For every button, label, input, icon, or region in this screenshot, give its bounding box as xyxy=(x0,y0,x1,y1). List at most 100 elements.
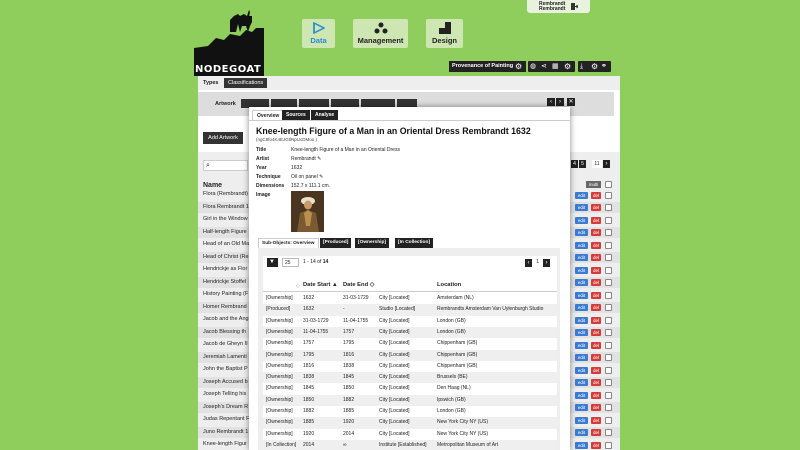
globe-icon[interactable]: ◍ xyxy=(530,61,536,72)
row-checkbox[interactable] xyxy=(605,391,612,399)
field-value-artist[interactable]: Rembrandt ✎ xyxy=(291,156,321,162)
sort-icon[interactable]: ◇ xyxy=(296,283,300,289)
row-checkbox[interactable] xyxy=(605,191,612,199)
delete-button[interactable]: del xyxy=(591,416,601,424)
delete-button[interactable]: del xyxy=(591,204,601,211)
edit-button[interactable]: edit xyxy=(575,229,588,236)
edit-button[interactable]: edit xyxy=(575,354,588,361)
table-row[interactable]: [Ownership] 11-04-1755 1757 City [Located] L… xyxy=(263,326,557,339)
row-checkbox[interactable] xyxy=(605,354,612,361)
row-checkbox[interactable] xyxy=(605,291,612,299)
row-checkbox[interactable] xyxy=(605,366,612,374)
row-checkbox[interactable] xyxy=(605,266,612,274)
table-prev-button[interactable]: ‹ xyxy=(525,259,532,267)
edit-button[interactable]: edit xyxy=(575,316,588,324)
filter-button[interactable]: ▼ xyxy=(267,258,278,267)
row-checkbox[interactable] xyxy=(605,241,612,249)
row-checkbox[interactable] xyxy=(605,304,612,311)
edit-button[interactable]: edit xyxy=(575,341,588,349)
edit-button[interactable]: edit xyxy=(575,366,588,374)
calendar-icon[interactable]: ▦ xyxy=(552,61,559,72)
row-checkbox[interactable] xyxy=(605,316,612,324)
edit-button[interactable]: edit xyxy=(575,204,588,211)
delete-button[interactable]: del xyxy=(591,191,601,199)
delete-button[interactable]: del xyxy=(591,329,601,336)
nav-data-button[interactable]: Data xyxy=(302,19,335,48)
modal-next-button[interactable]: › xyxy=(556,98,564,106)
col-date-start[interactable]: Date Start ▲ xyxy=(303,282,338,288)
modal-close-button[interactable]: ✕ xyxy=(567,98,575,106)
row-checkbox[interactable] xyxy=(605,329,612,336)
edit-button[interactable]: edit xyxy=(575,216,588,224)
subtab-overview[interactable]: Sub-Objects: Overview xyxy=(258,238,319,248)
table-row[interactable]: [Ownership] 1885 1920 City [Located] New Yor… xyxy=(263,417,557,429)
edit-button[interactable]: edit xyxy=(575,429,588,436)
table-row[interactable]: [Ownership] 1850 1882 City [Located] Ipswich… xyxy=(263,394,557,406)
tab-sources[interactable]: Sources xyxy=(282,110,310,120)
edit-button[interactable]: edit xyxy=(575,254,588,261)
subtab-in-collection[interactable]: [In Collection] xyxy=(395,238,433,248)
tab-analyse[interactable]: Analyse xyxy=(311,110,339,120)
edit-button[interactable]: edit xyxy=(575,416,588,424)
table-row[interactable]: [Ownership] 1757 1795 City [Located] Chippen… xyxy=(263,338,557,349)
table-row[interactable]: [In Collection] 2014 ∞ Institute [Establish… xyxy=(263,439,557,450)
share-icon[interactable]: ⋖ xyxy=(541,61,547,72)
tab-overview[interactable]: Overview xyxy=(252,110,285,120)
per-page-select[interactable]: 25 xyxy=(282,258,299,267)
delete-button[interactable]: del xyxy=(591,216,601,224)
download-icon[interactable]: ⤓ xyxy=(580,61,583,72)
tab-classifications[interactable]: Classifications xyxy=(224,78,268,88)
nav-management-button[interactable]: Management xyxy=(353,19,408,48)
export-settings-icon[interactable]: ⚙ xyxy=(591,61,598,72)
delete-button[interactable]: del xyxy=(591,404,601,411)
delete-button[interactable]: del xyxy=(591,341,601,349)
add-artwork-button[interactable]: Add Artwork xyxy=(203,132,243,144)
subtab-ownership[interactable]: [Ownership] xyxy=(355,238,389,248)
table-next-button[interactable]: › xyxy=(543,259,550,267)
table-row[interactable]: [Ownership] 1816 1838 City [Located] Chippen… xyxy=(263,361,557,372)
delete-button[interactable]: del xyxy=(591,379,601,386)
table-row[interactable]: [Ownership] 1920 2014 City [Located] New Yor… xyxy=(263,429,557,440)
row-checkbox[interactable] xyxy=(605,341,612,349)
table-row[interactable]: [Ownership] 1838 1845 City [Located] Brussel… xyxy=(263,372,557,384)
painting-thumbnail[interactable] xyxy=(291,191,324,232)
row-checkbox[interactable] xyxy=(605,441,612,449)
edit-button[interactable]: edit xyxy=(575,329,588,336)
field-value-technique[interactable]: Oil on panel ✎ xyxy=(291,174,323,180)
delete-button[interactable]: del xyxy=(591,441,601,449)
row-checkbox[interactable] xyxy=(605,216,612,224)
delete-button[interactable]: del xyxy=(591,316,601,324)
column-header-name[interactable]: Name xyxy=(203,182,222,189)
edit-button[interactable]: edit xyxy=(575,241,588,249)
table-row[interactable]: [Produced] 1632 - Studio [Located] Rembrandt… xyxy=(263,304,557,316)
pager-prev-page[interactable]: 4 xyxy=(571,160,578,168)
list-search-input[interactable]: ⌕ xyxy=(203,160,248,171)
delete-button[interactable]: del xyxy=(591,279,601,286)
delete-button[interactable]: del xyxy=(591,354,601,361)
delete-button[interactable]: del xyxy=(591,266,601,274)
delete-button[interactable]: del xyxy=(591,366,601,374)
modal-prev-button[interactable]: ‹ xyxy=(547,98,555,106)
delete-button[interactable]: del xyxy=(591,254,601,261)
row-checkbox[interactable] xyxy=(605,254,612,261)
row-checkbox[interactable] xyxy=(605,404,612,411)
select-all-checkbox[interactable] xyxy=(605,181,612,188)
edit-button[interactable]: edit xyxy=(575,304,588,311)
delete-button[interactable]: del xyxy=(591,291,601,299)
edit-button[interactable]: edit xyxy=(575,379,588,386)
table-row[interactable]: [Ownership] 1795 1816 City [Located] Chippen… xyxy=(263,349,557,361)
edit-button[interactable]: edit xyxy=(575,291,588,299)
row-checkbox[interactable] xyxy=(605,204,612,211)
project-settings-button[interactable]: ⚙ xyxy=(513,61,525,72)
edit-button[interactable]: edit xyxy=(575,391,588,399)
users-icon[interactable]: ⚭ xyxy=(601,61,607,72)
delete-button[interactable]: del xyxy=(591,229,601,236)
pager-next-button[interactable]: › xyxy=(603,160,610,168)
table-row[interactable]: [Ownership] 31-03-1729 11-04-1755 City [Loc… xyxy=(263,316,557,327)
row-checkbox[interactable] xyxy=(605,429,612,436)
edit-button[interactable]: edit xyxy=(575,441,588,449)
edit-button[interactable]: edit xyxy=(575,279,588,286)
subtab-produced[interactable]: [Produced] xyxy=(320,238,352,248)
row-checkbox[interactable] xyxy=(605,416,612,424)
delete-button[interactable]: del xyxy=(591,241,601,249)
